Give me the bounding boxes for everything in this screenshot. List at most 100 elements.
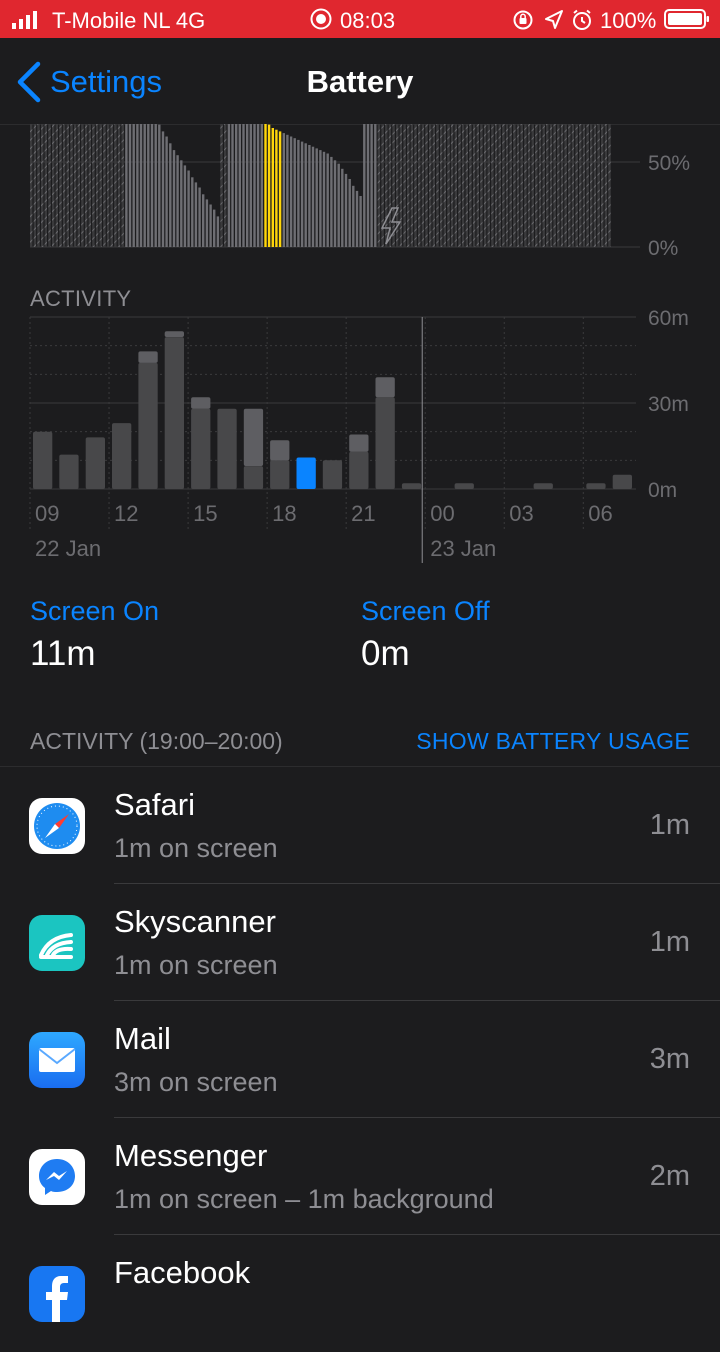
- battery-bar: [472, 124, 476, 247]
- battery-bar: [352, 185, 355, 247]
- battery-bar: [429, 124, 432, 247]
- battery-bar: [125, 124, 128, 247]
- battery-bar: [337, 163, 340, 247]
- activity-bar-screen-off: [270, 440, 290, 461]
- show-battery-usage-button[interactable]: SHOW BATTERY USAGE: [416, 728, 690, 755]
- battery-bar: [205, 199, 209, 247]
- battery-bar: [538, 124, 542, 247]
- facebook-icon: [29, 1266, 85, 1322]
- battery-bar: [180, 160, 183, 247]
- app-row-skyscanner[interactable]: Skyscanner 1m on screen 1m: [0, 884, 720, 1001]
- battery-bar: [498, 124, 501, 247]
- battery-bar: [604, 124, 608, 247]
- battery-bar: [597, 124, 600, 247]
- battery-bar: [191, 177, 194, 247]
- activity-chart[interactable]: 60m 30m 0m 09 12 15 18 21 00 03 06 22 Jan 23 Jan: [0, 300, 720, 590]
- battery-bar-highlighted: [267, 124, 271, 247]
- app-detail: 1m on screen: [114, 950, 278, 980]
- battery-bar: [542, 124, 545, 247]
- battery-bar: [139, 124, 143, 247]
- battery-bar: [483, 124, 487, 247]
- battery-bar: [381, 124, 384, 247]
- battery-bar: [425, 124, 428, 247]
- battery-bar: [421, 124, 425, 247]
- app-row-safari[interactable]: Safari 1m on screen 1m: [0, 767, 720, 884]
- activity-bar-screen-on: [349, 451, 369, 489]
- battery-bar: [132, 124, 135, 247]
- battery-bar: [469, 124, 472, 247]
- app-name: Skyscanner: [114, 904, 276, 939]
- battery-bar: [147, 124, 150, 247]
- app-time: 1m: [649, 809, 690, 841]
- y-tick-label: 60m: [648, 307, 689, 330]
- battery-bar: [73, 124, 77, 247]
- battery-bar: [128, 124, 132, 247]
- battery-bar: [220, 124, 223, 247]
- battery-bar: [432, 124, 435, 247]
- battery-bar: [564, 124, 567, 247]
- battery-bar: [553, 124, 556, 247]
- battery-bar: [121, 124, 124, 247]
- battery-bar: [410, 124, 414, 247]
- mail-icon: [29, 1032, 85, 1088]
- battery-bar: [161, 131, 165, 247]
- messenger-icon: [29, 1149, 85, 1205]
- battery-bar: [92, 124, 95, 247]
- app-row-facebook[interactable]: Facebook: [0, 1235, 720, 1352]
- battery-bar: [366, 124, 370, 247]
- battery-bar: [62, 124, 66, 247]
- screen-on-value: 11m: [30, 634, 96, 673]
- battery-bar: [322, 151, 326, 247]
- activity-bar-screen-off: [243, 408, 264, 466]
- battery-bar: [582, 124, 586, 247]
- battery-level-chart[interactable]: 50% 0%: [0, 0, 720, 270]
- battery-bar: [374, 124, 377, 247]
- y-tick-label: 0m: [648, 479, 677, 502]
- activity-bar-screen-on: [59, 454, 79, 489]
- battery-bar: [293, 138, 296, 247]
- battery-bar: [333, 160, 337, 247]
- battery-bar: [227, 124, 231, 247]
- activity-bar-screen-off: [138, 351, 158, 363]
- battery-bar: [213, 209, 216, 247]
- battery-bar: [487, 124, 490, 247]
- battery-bar: [590, 124, 593, 247]
- battery-bar: [388, 124, 392, 247]
- battery-bar: [377, 124, 381, 247]
- battery-bar: [560, 124, 564, 247]
- app-row-mail[interactable]: Mail 3m on screen 3m: [0, 1001, 720, 1118]
- battery-bar: [476, 124, 479, 247]
- battery-bar: [418, 124, 421, 247]
- battery-bar: [260, 124, 263, 247]
- battery-bar: [194, 182, 198, 247]
- battery-bar: [407, 124, 410, 247]
- x-tick-label: 12: [114, 501, 138, 526]
- battery-bar: [557, 124, 560, 247]
- battery-bar: [44, 124, 47, 247]
- battery-bar: [253, 124, 256, 247]
- battery-bar: [235, 124, 238, 247]
- battery-bar: [450, 124, 454, 247]
- activity-bar-screen-on: [454, 483, 474, 489]
- battery-bar: [568, 124, 571, 247]
- battery-bar: [238, 124, 241, 247]
- battery-bar-highlighted: [271, 128, 274, 247]
- app-detail: 3m on screen: [114, 1067, 278, 1097]
- battery-bar: [341, 168, 344, 247]
- activity-bar-screen-on: [164, 337, 184, 489]
- battery-bar: [198, 187, 201, 247]
- battery-bar: [363, 124, 366, 247]
- app-row-messenger[interactable]: Messenger 1m on screen – 1m background 2…: [0, 1118, 720, 1235]
- battery-bar: [571, 124, 575, 247]
- battery-bar-highlighted: [278, 131, 282, 247]
- battery-bar: [246, 124, 249, 247]
- activity-bar-screen-on: [243, 466, 264, 489]
- activity-bar-screen-on: [533, 483, 553, 489]
- battery-bar: [608, 124, 611, 247]
- app-detail: 1m on screen – 1m background: [114, 1184, 494, 1214]
- activity-bar-screen-off: [349, 434, 369, 452]
- safari-icon: [29, 798, 85, 854]
- activity-bar-screen-on: [612, 474, 632, 489]
- x-tick-label: 18: [272, 501, 296, 526]
- battery-bar: [520, 124, 523, 247]
